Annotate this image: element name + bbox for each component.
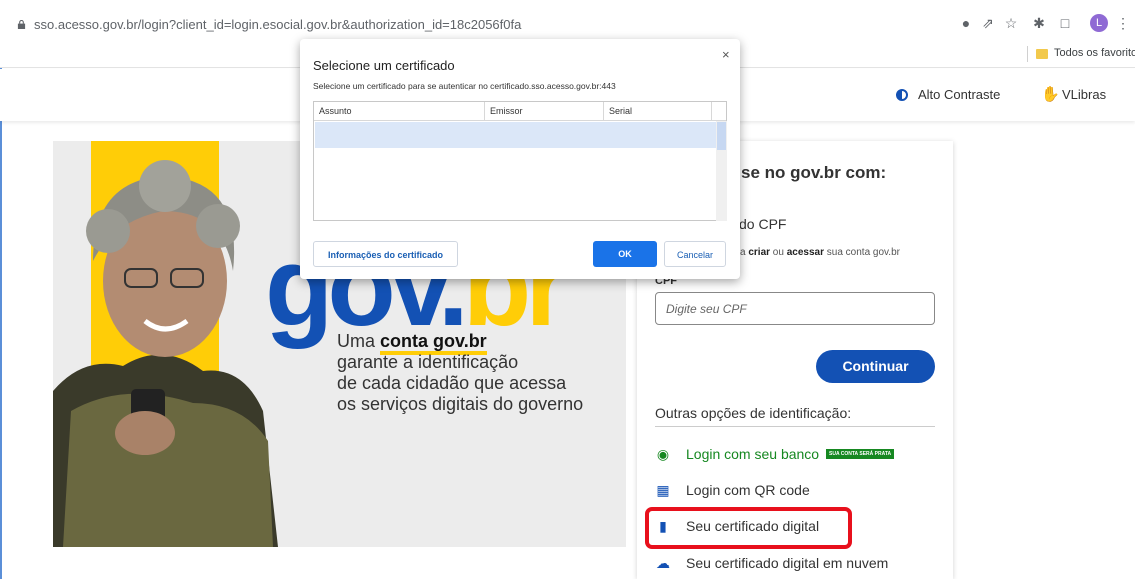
all-favorites-link[interactable]: Todos os favoritos bbox=[1054, 47, 1135, 59]
certificate-table: Assunto Emissor Serial bbox=[313, 101, 727, 221]
bookmark-star-icon[interactable]: ☆ bbox=[1002, 14, 1020, 32]
share-icon[interactable]: ⇗ bbox=[979, 14, 997, 32]
certificate-dialog: × Selecione um certificado Selecione um … bbox=[300, 39, 740, 279]
table-row[interactable] bbox=[315, 122, 716, 148]
cloud-icon: ☁ bbox=[656, 555, 670, 571]
header-divider bbox=[314, 120, 726, 121]
vlibras-hand-icon[interactable]: ✋ bbox=[1041, 85, 1060, 103]
certificate-info-button[interactable]: Informações do certificado bbox=[313, 241, 458, 267]
menu-kebab-icon[interactable]: ⋮ bbox=[1114, 14, 1132, 32]
location-pin-icon[interactable]: ● bbox=[957, 14, 975, 32]
bank-icon: ◉ bbox=[656, 446, 670, 462]
url-text[interactable]: sso.acesso.gov.br/login?client_id=login.… bbox=[34, 17, 521, 32]
column-header-issuer[interactable]: Emissor bbox=[485, 102, 604, 120]
high-contrast-toggle[interactable]: Alto Contraste bbox=[918, 87, 1000, 102]
folder-icon[interactable] bbox=[1036, 49, 1048, 59]
cpf-input[interactable] bbox=[655, 292, 935, 325]
qr-code-icon: ▦ bbox=[656, 482, 670, 498]
ok-button[interactable]: OK bbox=[593, 241, 657, 267]
dialog-title: Selecione um certificado bbox=[313, 58, 455, 73]
column-header-serial[interactable]: Serial bbox=[604, 102, 712, 120]
cpf-section-subtitle: a criar ou acessar sua conta gov.br bbox=[740, 247, 900, 258]
scrollbar-thumb[interactable] bbox=[717, 122, 726, 150]
cancel-button[interactable]: Cancelar bbox=[664, 241, 726, 267]
options-divider bbox=[655, 426, 935, 427]
dialog-subtitle: Selecione um certificado para se autenti… bbox=[313, 81, 616, 91]
login-title: se no gov.br com: bbox=[741, 163, 887, 182]
cpf-section-heading: do CPF bbox=[739, 216, 787, 232]
close-icon[interactable]: × bbox=[722, 47, 730, 62]
column-header-subject[interactable]: Assunto bbox=[314, 102, 485, 120]
silver-account-badge: SUA CONTA SERÁ PRATA bbox=[826, 449, 895, 459]
vlibras-link[interactable]: VLibras bbox=[1062, 87, 1106, 102]
continue-button[interactable]: Continuar bbox=[816, 350, 935, 383]
favorites-divider bbox=[1027, 46, 1028, 62]
other-options-heading: Outras opções de identificação: bbox=[655, 405, 852, 421]
browser-address-bar: sso.acesso.gov.br/login?client_id=login.… bbox=[0, 0, 1135, 40]
extensions-puzzle-icon[interactable]: ✱ bbox=[1030, 14, 1048, 32]
profile-avatar[interactable]: L bbox=[1090, 14, 1108, 32]
contrast-icon[interactable] bbox=[896, 89, 908, 101]
red-highlight-box bbox=[645, 507, 852, 549]
lock-icon bbox=[17, 20, 26, 29]
side-panel-icon[interactable]: □ bbox=[1056, 14, 1074, 32]
banner-tagline: Uma conta gov.br garante a identificação… bbox=[337, 331, 584, 414]
